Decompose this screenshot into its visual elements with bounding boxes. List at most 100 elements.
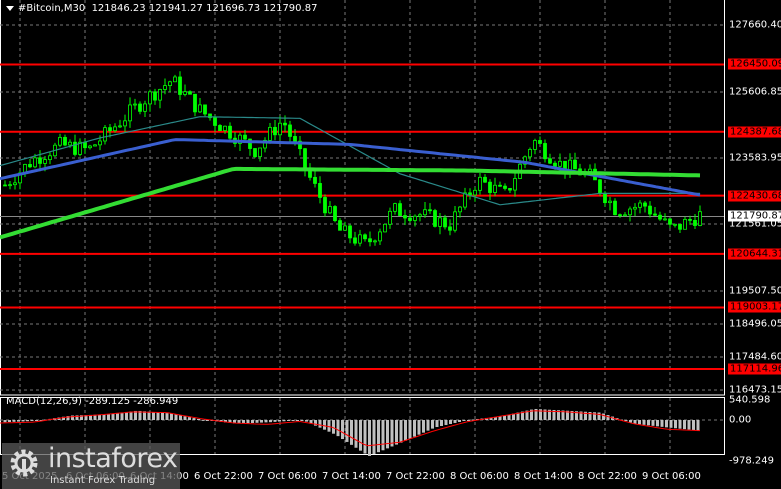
macd-histogram-bar xyxy=(435,420,439,428)
candle-body xyxy=(13,182,17,186)
level-price-label: 122430.68 xyxy=(728,190,781,202)
candle-body xyxy=(668,218,672,225)
macd-histogram-bar xyxy=(251,420,254,423)
candle-body xyxy=(388,210,392,225)
macd-histogram-bar xyxy=(669,420,673,428)
macd-histogram-bar xyxy=(111,413,115,420)
candle-body xyxy=(548,158,552,164)
macd-histogram-bar xyxy=(116,412,119,420)
candle-body xyxy=(243,134,247,140)
macd-histogram-bar xyxy=(462,420,466,421)
time-axis-label: 6 Oct 22:00 xyxy=(194,471,253,482)
macd-histogram-bar xyxy=(354,420,358,448)
candle-body xyxy=(453,211,457,231)
candle-body xyxy=(398,203,402,216)
candle-body xyxy=(693,220,697,226)
candle-body xyxy=(303,148,307,169)
candle-body xyxy=(323,197,327,214)
symbol-label: #Bitcoin,M30 xyxy=(18,3,86,14)
candle-body xyxy=(138,103,142,112)
candle-body xyxy=(403,215,407,219)
macd-histogram-bar xyxy=(21,420,25,422)
candle-body xyxy=(423,209,427,216)
candle-body xyxy=(558,160,562,167)
candle-body xyxy=(628,208,632,216)
macd-histogram-bar xyxy=(453,420,457,423)
ohlc-close: 121790.87 xyxy=(263,3,318,14)
time-axis-label: 9 Oct 06:00 xyxy=(642,471,701,482)
price-axis-label: 119507.50 xyxy=(729,285,781,297)
time-axis-label: 7 Oct 14:00 xyxy=(322,471,381,482)
macd-histogram-bar xyxy=(372,420,376,455)
candle-body xyxy=(608,200,612,204)
macd-histogram-bar xyxy=(674,420,677,429)
candle-body xyxy=(293,136,297,142)
candle-body xyxy=(108,127,112,132)
current-price-label: 121790.87 xyxy=(728,210,781,222)
candle-body xyxy=(148,91,152,105)
candle-body xyxy=(543,143,547,160)
candle-body xyxy=(358,234,362,244)
macd-histogram-bar xyxy=(170,413,173,420)
macd-histogram-bar xyxy=(656,420,659,427)
candle-body xyxy=(498,184,502,187)
time-axis-label: 8 Oct 06:00 xyxy=(450,471,509,482)
ohlc-high: 121941.27 xyxy=(148,3,203,14)
macd-histogram-bar xyxy=(300,420,304,421)
macd-histogram-bar xyxy=(381,420,385,451)
candle-body xyxy=(93,144,97,147)
candle-body xyxy=(278,122,282,136)
candle-body xyxy=(353,237,357,244)
candle-body xyxy=(658,214,662,220)
macd-histogram-bar xyxy=(192,418,196,420)
macd-histogram-bar xyxy=(26,420,29,422)
main-pane-frame xyxy=(0,0,725,396)
macd-histogram-bar xyxy=(426,420,430,431)
macd-histogram-bar xyxy=(678,420,682,429)
candle-body xyxy=(268,126,272,141)
candle-body xyxy=(228,125,232,139)
candle-body xyxy=(343,225,347,231)
candle-body xyxy=(338,220,342,231)
macd-histogram-bar xyxy=(179,415,182,420)
candle-body xyxy=(203,104,207,115)
macd-histogram-bar xyxy=(368,420,371,456)
macd-histogram-bar xyxy=(350,420,353,445)
macd-histogram-bar xyxy=(449,420,452,424)
candle-body xyxy=(508,188,512,191)
macd-histogram-bar xyxy=(102,414,106,420)
macd-histogram-bar xyxy=(17,420,20,422)
macd-scale-bottom: -978.249 xyxy=(729,455,774,467)
macd-histogram-bar xyxy=(597,412,601,420)
macd-main-value: -289.125 xyxy=(85,396,131,407)
macd-histogram-bar xyxy=(660,420,664,427)
price-axis-label: 123583.95 xyxy=(729,152,781,164)
price-axis-label: 118496.05 xyxy=(729,318,781,330)
macd-histogram-bar xyxy=(377,420,380,453)
candle-body xyxy=(638,202,642,208)
candle-body xyxy=(188,91,192,95)
candle-body xyxy=(8,184,12,187)
candle-body xyxy=(633,206,637,210)
macd-histogram-bar xyxy=(642,420,646,425)
candle-body xyxy=(28,164,32,168)
candle-body xyxy=(98,140,102,146)
candle-body xyxy=(288,124,292,137)
macd-histogram-bar xyxy=(125,411,128,420)
price-chart[interactable] xyxy=(0,0,781,489)
candle-body xyxy=(253,148,257,158)
candle-body xyxy=(213,117,217,126)
macd-histogram-bar xyxy=(156,412,160,420)
candle-body xyxy=(58,136,62,146)
candle-body xyxy=(283,122,287,126)
macd-histogram-bar xyxy=(147,411,151,420)
macd-histogram-bar xyxy=(458,420,461,422)
macd-histogram-bar xyxy=(246,420,250,424)
candle-body xyxy=(163,85,167,90)
candle-body xyxy=(378,231,382,242)
macd-histogram-bar xyxy=(422,420,425,433)
macd-histogram-bar xyxy=(264,420,268,423)
macd-histogram-bar xyxy=(665,420,668,428)
dropdown-triangle-icon[interactable] xyxy=(6,5,14,11)
macd-histogram-bar xyxy=(440,420,443,426)
